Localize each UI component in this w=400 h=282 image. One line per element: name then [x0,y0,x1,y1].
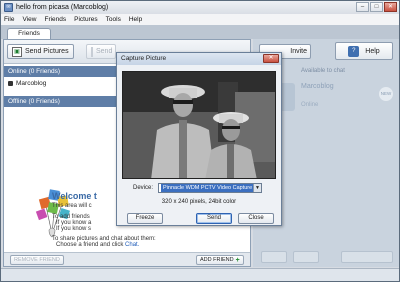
window-controls: – □ ✕ [356,2,397,12]
send-pictures-button[interactable]: ▣ Send Pictures [7,44,74,59]
maximize-button[interactable]: □ [370,2,383,12]
welcome-line-6: Choose a friend and click Chat. [56,242,139,248]
send-pictures-icon: ▣ [12,46,22,57]
friend-status: Online [301,102,319,108]
menu-pictures[interactable]: Pictures [74,16,97,23]
new-badge-icon: NEW [379,87,393,101]
close-window-button[interactable]: ✕ [384,2,397,12]
dialog-title: Capture Picture [117,53,281,65]
welcome-line-6-text: Choose a friend and click [56,242,126,248]
contact-icon [8,81,13,86]
app-icon: ✉ [4,3,13,12]
add-friend-label: ADD FRIEND [200,257,234,263]
minimize-button[interactable]: – [356,2,369,12]
freeze-button[interactable]: Freeze [127,213,163,224]
capture-picture-dialog: Capture Picture ✕ Device: Pinnacle WDM P… [116,52,282,226]
status-bar [1,268,399,281]
tab-friends[interactable]: Friends [7,28,51,39]
send-disabled-button[interactable]: Send [86,44,116,59]
device-value: Pinnacle WDM PCTV Video Capture [161,184,255,192]
help-icon: ? [348,45,360,57]
menu-friends[interactable]: Friends [44,16,66,23]
device-select[interactable]: Pinnacle WDM PCTV Video Capture ▼ [158,183,262,193]
close-button[interactable]: Close [238,213,274,224]
contact-name: Marcoblog [16,80,47,87]
welcome-title: Welcome t [52,191,97,201]
welcome-line-1: This area will c [52,203,92,209]
device-label: Device: [133,185,154,191]
chat-status-text: Available to chat [301,68,345,74]
chevron-down-icon[interactable]: ▼ [253,184,261,192]
send-pictures-label: Send Pictures [25,48,69,55]
help-button[interactable]: ? Help [335,42,393,60]
chat-action-button-1[interactable] [261,251,287,263]
menu-tools[interactable]: Tools [106,16,121,23]
chat-link[interactable]: Chat. [125,242,139,248]
video-preview [122,71,276,179]
title-bar: ✉ hello from picasa (Marcoblog) – □ ✕ [1,1,399,14]
help-label: Help [365,47,380,55]
menu-bar: File View Friends Pictures Tools Help [1,14,399,25]
video-frame-image [123,72,275,178]
welcome-line-4: If you know s [56,226,92,232]
contact-item[interactable]: Marcoblog [8,80,46,87]
send-disabled-label: Send [96,48,113,55]
chat-action-button-2[interactable] [293,251,319,263]
chat-action-button-3[interactable] [341,251,393,263]
friends-bottom-bar: REMOVE FRIEND ADD FRIEND + [4,252,250,266]
send-button[interactable]: Send [196,213,232,224]
add-friend-button[interactable]: ADD FRIEND + [196,255,244,265]
friend-name: Marcoblog [301,83,334,90]
invite-label: Invite [290,48,307,55]
dialog-close-icon[interactable]: ✕ [263,54,279,63]
send-dim-icon [91,46,93,57]
menu-help[interactable]: Help [129,16,142,23]
menu-file[interactable]: File [4,16,14,23]
plus-icon: + [235,256,240,264]
menu-view[interactable]: View [22,16,36,23]
remove-friend-button[interactable]: REMOVE FRIEND [10,255,64,265]
window-title: hello from picasa (Marcoblog) [16,4,109,11]
tab-strip: Friends [1,25,399,39]
resolution-text: 320 x 240 pixels, 24bit color [161,199,237,205]
